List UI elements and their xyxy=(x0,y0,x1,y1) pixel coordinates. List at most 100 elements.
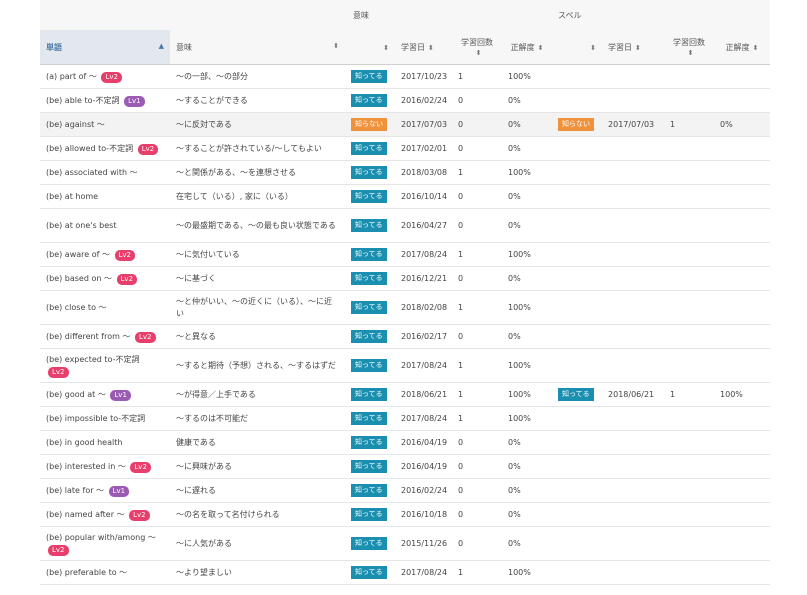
status-badge[interactable]: 知ってる xyxy=(351,460,387,473)
word-cell[interactable]: (be) preferable to ～ xyxy=(40,560,170,585)
word-text[interactable]: (be) allowed to-不定詞 xyxy=(46,144,133,153)
status-badge[interactable]: 知ってる xyxy=(351,190,387,203)
status-badge[interactable]: 知ってる xyxy=(351,301,387,314)
table-row[interactable]: (be) associated with ～ ～と関係がある、～を連想させる 知って… xyxy=(40,160,771,185)
table-row[interactable]: (be) late for ～ Lv1 ～に遅れる 知ってる 2016/02/24 0 0… xyxy=(40,478,771,503)
word-text[interactable]: (be) good at ～ xyxy=(46,390,106,399)
table-row[interactable]: (be) popular with/among ～ Lv2 ～に人気がある 知ってる… xyxy=(40,526,771,561)
word-cell[interactable]: (be) good at ～ Lv1 xyxy=(40,382,170,407)
sort-icon[interactable]: ⬍ xyxy=(333,42,339,50)
col-header-spell-date[interactable]: 学習日 ⬍ xyxy=(602,30,665,65)
status-badge[interactable]: 知ってる xyxy=(351,388,387,401)
col-header-status[interactable]: ⬍ xyxy=(345,30,395,65)
status-badge[interactable]: 知ってる xyxy=(351,272,387,285)
word-cell[interactable]: (be) close to ～ xyxy=(40,290,170,325)
word-text[interactable]: (be) against ～ xyxy=(46,120,105,129)
col-header-word[interactable]: 単語 ▲ xyxy=(40,30,170,65)
table-row[interactable]: (be) good at ～ Lv1 ～が得意／上手である 知ってる 2018/06/… xyxy=(40,382,771,407)
status-badge[interactable]: 知ってる xyxy=(351,537,387,550)
status-badge[interactable]: 知ってる xyxy=(351,436,387,449)
word-cell[interactable]: (be) allowed to-不定詞 Lv2 xyxy=(40,136,170,161)
table-row[interactable]: (be) preferable to ～ ～より望ましい 知ってる 2017/08/2… xyxy=(40,560,771,585)
word-cell[interactable]: (be) based on ～ Lv2 xyxy=(40,266,170,291)
status-badge[interactable]: 知らない xyxy=(351,118,387,131)
word-text[interactable]: (be) different from ～ xyxy=(46,332,130,341)
spell-status-badge[interactable]: 知らない xyxy=(558,118,595,131)
table-row[interactable]: (be) interested in ～ Lv2 ～に興味がある 知ってる 2016/… xyxy=(40,454,771,479)
word-text[interactable]: (be) associated with ～ xyxy=(46,168,138,177)
word-text[interactable]: (be) late for ～ xyxy=(46,486,104,495)
table-row[interactable]: (be) based on ～ Lv2 ～に基づく 知ってる 2016/12/21 0 0… xyxy=(40,266,771,291)
word-text[interactable]: (be) impossible to-不定詞 xyxy=(46,414,145,423)
sort-icon[interactable]: ⬍ xyxy=(476,49,482,57)
sort-icon[interactable]: ⬍ xyxy=(590,44,596,52)
word-cell[interactable]: (be) associated with ～ xyxy=(40,160,170,185)
word-text[interactable]: (be) expected to-不定詞 xyxy=(46,355,139,364)
sort-icon[interactable]: ⬍ xyxy=(753,44,759,52)
col-header-spell-accuracy[interactable]: 正解度 ⬍ xyxy=(714,30,771,65)
col-header-meaning[interactable]: 意味 ⬍ xyxy=(170,30,345,65)
sort-icon[interactable]: ⬍ xyxy=(538,44,544,52)
word-text[interactable]: (be) aware of ～ xyxy=(46,250,110,259)
table-row[interactable]: (be) different from ～ Lv2 ～と異なる 知ってる 2016/0… xyxy=(40,324,771,349)
word-cell[interactable]: (be) able to-不定詞 Lv1 xyxy=(40,88,170,113)
word-text[interactable]: (a) part of ～ xyxy=(46,72,97,81)
table-row[interactable]: (be) at one's best ～の最盛期である、～の最も良い状態である 知っ… xyxy=(40,208,771,243)
sort-icon[interactable]: ⬍ xyxy=(688,49,694,57)
status-badge[interactable]: 知ってる xyxy=(351,70,387,83)
table-row[interactable]: (be) able to-不定詞 Lv1 ～することができる 知ってる 2016/02… xyxy=(40,88,771,113)
table-row[interactable]: (be) named after ～ Lv2 ～の名を取って名付けられる 知ってる 2… xyxy=(40,502,771,527)
status-badge[interactable]: 知ってる xyxy=(351,248,387,261)
status-badge[interactable]: 知ってる xyxy=(351,166,387,179)
table-row[interactable]: (be) aware of ～ Lv2 ～に気付いている 知ってる 2017/08/2… xyxy=(40,242,771,267)
sort-asc-icon[interactable]: ▲ xyxy=(159,42,164,50)
word-cell[interactable]: (be) impossible to-不定詞 xyxy=(40,406,170,431)
word-text[interactable]: (be) in good health xyxy=(46,438,122,447)
word-text[interactable]: (be) popular with/among ～ xyxy=(46,533,156,542)
status-badge[interactable]: 知ってる xyxy=(351,508,387,521)
word-cell[interactable]: (be) expected to-不定詞 Lv2 xyxy=(40,348,170,383)
word-text[interactable]: (be) close to ～ xyxy=(46,303,107,312)
sort-icon[interactable]: ⬍ xyxy=(383,44,389,52)
word-cell[interactable]: (be) different from ～ Lv2 xyxy=(40,324,170,349)
word-cell[interactable]: (be) in good health xyxy=(40,430,170,455)
table-row[interactable]: (be) in good health 健康である 知ってる 2016/04/19 0 0… xyxy=(40,430,771,455)
table-row[interactable]: (be) allowed to-不定詞 Lv2 ～することが許されている/～しても… xyxy=(40,136,771,161)
word-cell[interactable]: (be) late for ～ Lv1 xyxy=(40,478,170,503)
table-row[interactable]: (be) close to ～ ～と仲がいい、～の近くに（いる）、～に近い 知ってる… xyxy=(40,290,771,325)
col-header-count[interactable]: 学習回数⬍ xyxy=(452,30,502,65)
word-cell[interactable]: (be) against ～ xyxy=(40,112,170,137)
status-badge[interactable]: 知ってる xyxy=(351,484,387,497)
status-badge[interactable]: 知ってる xyxy=(351,219,387,232)
word-cell[interactable]: (be) at home xyxy=(40,184,170,209)
sort-icon[interactable]: ⬍ xyxy=(428,44,434,52)
status-badge[interactable]: 知ってる xyxy=(351,412,387,425)
status-badge[interactable]: 知ってる xyxy=(351,330,387,343)
word-cell[interactable]: (be) aware of ～ Lv2 xyxy=(40,242,170,267)
word-cell[interactable]: (be) interested in ～ Lv2 xyxy=(40,454,170,479)
col-header-spell-status[interactable]: ⬍ xyxy=(552,30,603,65)
word-text[interactable]: (be) able to-不定詞 xyxy=(46,96,120,105)
word-text[interactable]: (be) at one's best xyxy=(46,221,116,230)
col-header-accuracy[interactable]: 正解度 ⬍ xyxy=(502,30,553,65)
word-cell[interactable]: (be) popular with/among ～ Lv2 xyxy=(40,526,170,561)
status-badge[interactable]: 知ってる xyxy=(351,142,387,155)
word-cell[interactable]: (a) part of ～ Lv2 xyxy=(40,64,170,89)
word-text[interactable]: (be) preferable to ～ xyxy=(46,568,127,577)
word-text[interactable]: (be) interested in ～ xyxy=(46,462,126,471)
word-text[interactable]: (be) named after ～ xyxy=(46,510,125,519)
word-cell[interactable]: (be) at one's best xyxy=(40,208,170,243)
col-header-spell-count[interactable]: 学習回数⬍ xyxy=(664,30,715,65)
col-header-date[interactable]: 学習日 ⬍ xyxy=(395,30,452,65)
word-text[interactable]: (be) at home xyxy=(46,192,98,201)
sort-icon[interactable]: ⬍ xyxy=(635,44,641,52)
status-badge[interactable]: 知ってる xyxy=(351,359,387,372)
table-row[interactable]: (be) against ～～に反対である 知らない 2017/07/03 0 0% 知ら… xyxy=(40,112,771,137)
table-row[interactable]: (be) impossible to-不定詞 ～するのは不可能だ 知ってる 2017/… xyxy=(40,406,771,431)
status-badge[interactable]: 知ってる xyxy=(351,566,387,579)
spell-status-badge[interactable]: 知ってる xyxy=(558,388,594,401)
table-row[interactable]: (be) expected to-不定詞 Lv2 ～すると期待（予想）される、～す… xyxy=(40,348,771,383)
word-text[interactable]: (be) based on ～ xyxy=(46,274,112,283)
table-row[interactable]: (a) part of ～ Lv2 ～の一部、～の部分 知ってる 2017/10/23… xyxy=(40,64,771,89)
word-cell[interactable]: (be) named after ～ Lv2 xyxy=(40,502,170,527)
